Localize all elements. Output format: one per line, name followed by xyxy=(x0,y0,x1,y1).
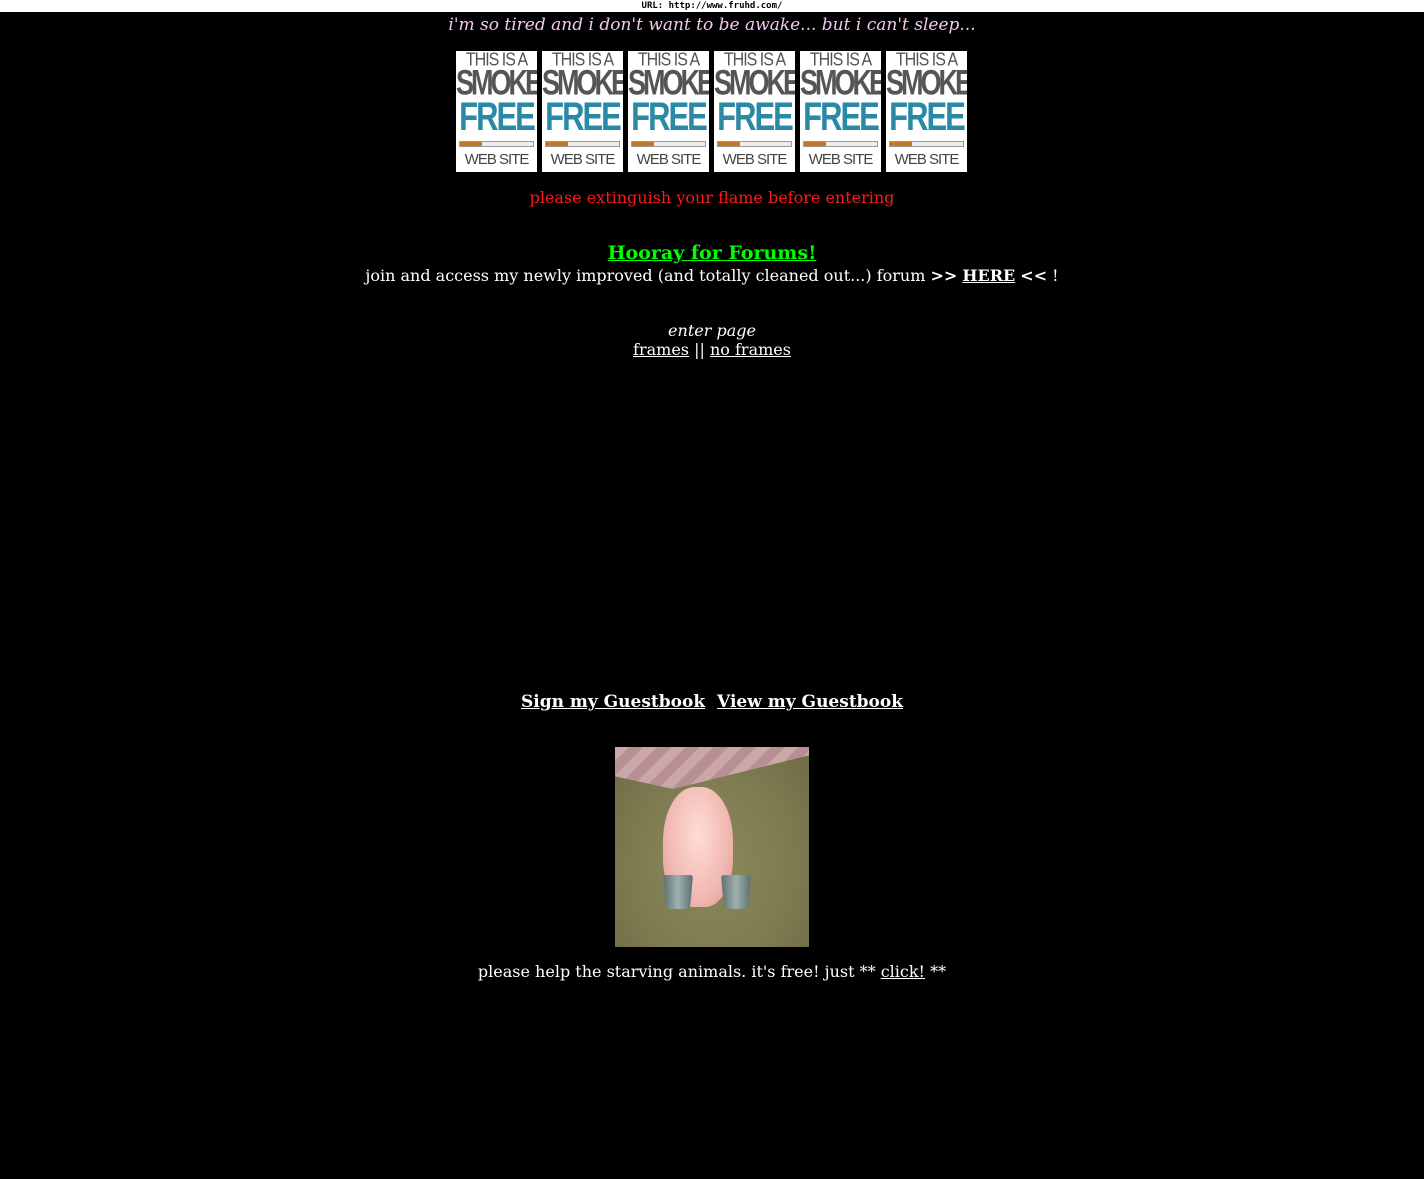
smoke-free-banner: THIS IS A SMOKE FREE WEB SITE xyxy=(886,51,967,172)
banner-line-3: FREE xyxy=(545,93,622,140)
help-text: please help the starving animals. it's f… xyxy=(477,962,881,981)
help-animals-text: please help the starving animals. it's f… xyxy=(0,962,1424,981)
forum-text-after: ! xyxy=(1047,266,1059,285)
frames-choice: frames || no frames xyxy=(0,340,1424,359)
guestbook-links: Sign my Guestbook View my Guestbook xyxy=(0,692,1424,712)
forum-here-link[interactable]: HERE xyxy=(962,266,1015,285)
url-bar: URL: http://www.fruhd.com/ xyxy=(0,0,1424,12)
flame-warning: please extinguish your flame before ente… xyxy=(529,188,895,207)
smoke-free-banner: THIS IS A SMOKE FREE WEB SITE xyxy=(542,51,623,172)
pail-icon xyxy=(721,875,751,909)
banner-line-4: WEB SITE xyxy=(808,151,874,168)
frames-separator: || xyxy=(694,340,705,359)
cigarette-icon xyxy=(459,141,534,147)
help-suffix: ** xyxy=(924,962,947,981)
forum-text: join and access my newly improved (and t… xyxy=(365,266,931,285)
sign-guestbook-link[interactable]: Sign my Guestbook xyxy=(521,692,705,712)
forum-arrows-right: << xyxy=(1020,266,1048,285)
tagline: i'm so tired and i don't want to be awak… xyxy=(448,15,976,35)
banner-line-4: WEB SITE xyxy=(894,151,960,168)
starving-kitten-image[interactable] xyxy=(615,747,809,947)
forum-heading: Hooray for Forums! xyxy=(0,242,1424,264)
enter-page-label: enter page xyxy=(668,321,756,340)
banner-line-3: FREE xyxy=(459,93,536,140)
banner-line-4: WEB SITE xyxy=(550,151,616,168)
banner-line-3: FREE xyxy=(717,93,794,140)
banner-line-3: FREE xyxy=(889,93,966,140)
forum-description: join and access my newly improved (and t… xyxy=(0,266,1424,285)
banner-line-4: WEB SITE xyxy=(722,151,788,168)
smoke-free-banner: THIS IS A SMOKE FREE WEB SITE xyxy=(800,51,881,172)
smoke-free-banner: THIS IS A SMOKE FREE WEB SITE xyxy=(456,51,537,172)
cigarette-icon xyxy=(631,141,706,147)
smoke-free-banner: THIS IS A SMOKE FREE WEB SITE xyxy=(628,51,709,172)
smoke-free-banner-row: THIS IS A SMOKE FREE WEB SITE THIS IS A … xyxy=(456,51,967,172)
banner-line-4: WEB SITE xyxy=(464,151,530,168)
pail-icon xyxy=(663,875,693,909)
cigarette-icon xyxy=(545,141,620,147)
banner-line-3: FREE xyxy=(631,93,708,140)
banner-line-3: FREE xyxy=(803,93,880,140)
frames-link[interactable]: frames xyxy=(633,340,689,359)
forum-title-link[interactable]: Hooray for Forums! xyxy=(608,242,817,264)
cigarette-icon xyxy=(889,141,964,147)
banner-line-4: WEB SITE xyxy=(636,151,702,168)
rug-pattern xyxy=(615,747,809,789)
cigarette-icon xyxy=(803,141,878,147)
click-link[interactable]: click! xyxy=(881,962,925,981)
view-guestbook-link[interactable]: View my Guestbook xyxy=(717,692,903,712)
smoke-free-banner: THIS IS A SMOKE FREE WEB SITE xyxy=(714,51,795,172)
no-frames-link[interactable]: no frames xyxy=(710,340,791,359)
cigarette-icon xyxy=(717,141,792,147)
forum-arrows-left: >> xyxy=(930,266,958,285)
